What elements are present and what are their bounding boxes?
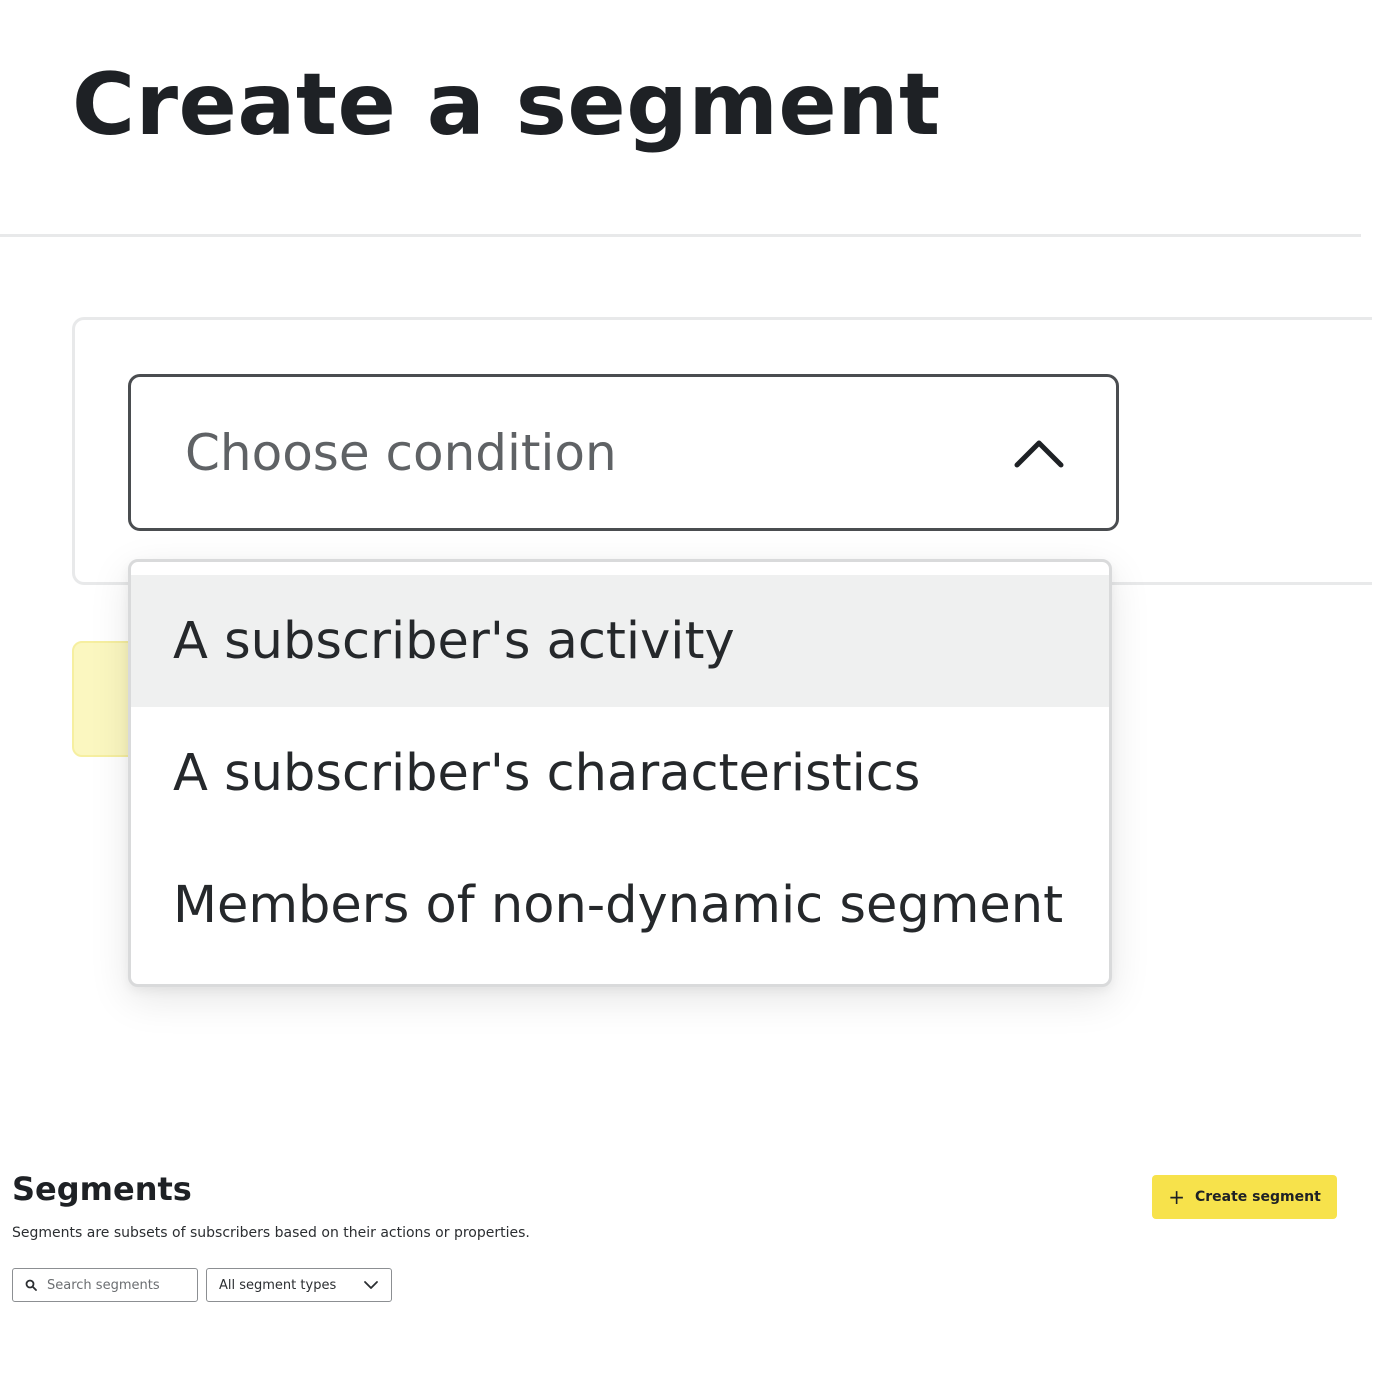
search-icon bbox=[25, 1279, 37, 1291]
header-divider bbox=[0, 234, 1361, 237]
condition-dropdown-menu: A subscriber's activity A subscriber's c… bbox=[128, 559, 1112, 987]
search-box[interactable] bbox=[12, 1268, 198, 1302]
create-segment-button[interactable]: + Create segment bbox=[1152, 1175, 1337, 1219]
segment-type-value: All segment types bbox=[219, 1277, 337, 1293]
page: Create a segment Choose condition A subs… bbox=[0, 0, 1382, 1384]
create-segment-label: Create segment bbox=[1194, 1189, 1321, 1205]
condition-select[interactable]: Choose condition bbox=[128, 374, 1119, 531]
segments-description: Segments are subsets of subscribers base… bbox=[12, 1225, 530, 1241]
plus-icon: + bbox=[1168, 1185, 1185, 1209]
chevron-down-icon bbox=[363, 1277, 379, 1293]
page-title: Create a segment bbox=[72, 55, 941, 155]
option-subscriber-characteristics[interactable]: A subscriber's characteristics bbox=[131, 707, 1109, 839]
search-input[interactable] bbox=[47, 1277, 187, 1293]
segment-type-select[interactable]: All segment types bbox=[206, 1268, 392, 1302]
chevron-up-icon[interactable] bbox=[1014, 428, 1064, 478]
segments-title: Segments bbox=[12, 1170, 192, 1208]
condition-select-label: Choose condition bbox=[185, 423, 617, 482]
option-non-dynamic-segment-members[interactable]: Members of non-dynamic segment bbox=[131, 839, 1109, 971]
option-subscriber-activity[interactable]: A subscriber's activity bbox=[131, 575, 1109, 707]
